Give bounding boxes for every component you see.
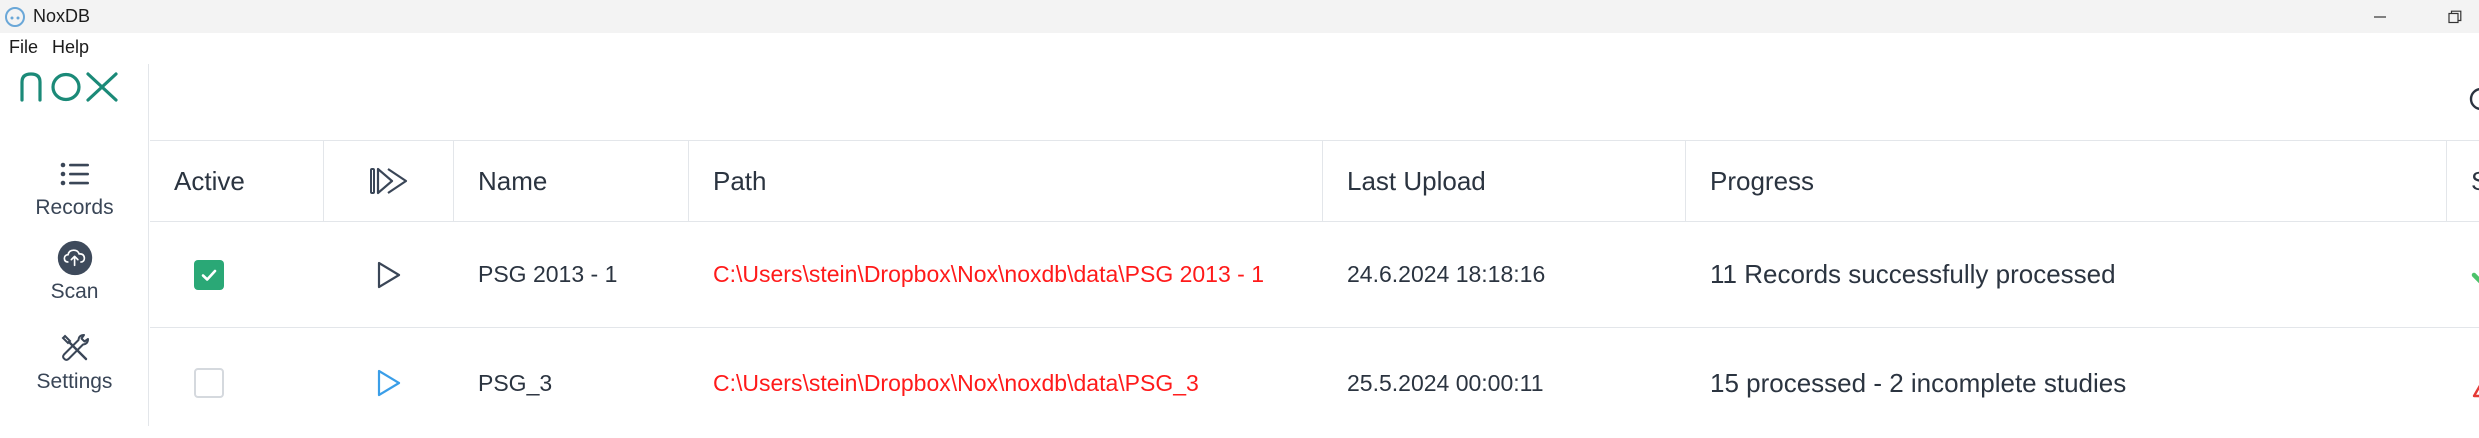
sidebar-item-label: Scan xyxy=(50,280,99,303)
table-header: Active Name Path Last Upload Progress St… xyxy=(150,140,2479,222)
header-progress[interactable]: Progress xyxy=(1686,141,2447,221)
sidebar: nox Records Scan xyxy=(0,64,149,426)
play-cell xyxy=(324,222,454,327)
upload-cell: 25.5.2024 00:00:11 xyxy=(1323,328,1686,438)
record-name: PSG 2013 - 1 xyxy=(478,261,618,287)
cloud-upload-icon xyxy=(57,240,93,276)
menu-file[interactable]: File xyxy=(9,37,38,58)
play-all-icon xyxy=(369,167,407,195)
record-path: C:\Users\stein\Dropbox\Nox\noxdb\data\PS… xyxy=(713,369,1199,396)
nox-logo: nox xyxy=(20,72,118,102)
status-cell xyxy=(2447,222,2479,327)
minimize-button[interactable] xyxy=(2345,0,2415,33)
table-row[interactable]: PSG 2013 - 1 C:\Users\stein\Dropbox\Nox\… xyxy=(150,222,2479,328)
menu-bar: File Help xyxy=(0,33,2479,64)
list-icon xyxy=(57,156,93,192)
app-icon xyxy=(5,7,25,27)
play-button[interactable] xyxy=(375,260,403,290)
active-checkbox[interactable] xyxy=(194,259,224,290)
check-icon xyxy=(201,269,217,281)
play-cell xyxy=(324,328,454,438)
path-cell: C:\Users\stein\Dropbox\Nox\noxdb\data\PS… xyxy=(689,222,1323,327)
sidebar-item-scan[interactable]: Scan xyxy=(0,240,149,320)
active-cell xyxy=(150,328,324,438)
minimize-icon xyxy=(2374,15,2386,18)
header-play-all[interactable] xyxy=(324,141,454,221)
restore-icon xyxy=(2448,10,2462,23)
status-cell xyxy=(2447,328,2479,438)
play-button[interactable] xyxy=(375,368,403,398)
name-cell: PSG_3 xyxy=(454,328,689,438)
window-title: NoxDB xyxy=(33,6,91,26)
path-cell: C:\Users\stein\Dropbox\Nox\noxdb\data\PS… xyxy=(689,328,1323,438)
menu-help[interactable]: Help xyxy=(52,37,89,58)
play-icon xyxy=(377,261,401,288)
sidebar-item-label: Settings xyxy=(36,370,113,393)
sidebar-item-settings[interactable]: Settings xyxy=(0,330,149,410)
main-content: Active Name Path Last Upload Progress St… xyxy=(150,64,2479,426)
record-last-upload: 25.5.2024 00:00:11 xyxy=(1347,369,1544,396)
record-progress: 15 processed - 2 incomplete studies xyxy=(1710,367,2127,398)
table-row[interactable]: PSG_3 C:\Users\stein\Dropbox\Nox\noxdb\d… xyxy=(150,328,2479,438)
progress-cell: 11 Records successfully processed xyxy=(1686,222,2447,327)
tools-icon xyxy=(57,330,93,366)
title-bar: NoxDB xyxy=(0,0,2479,33)
search-icon xyxy=(2469,87,2479,111)
sidebar-item-records[interactable]: Records xyxy=(0,156,149,236)
search-button[interactable] xyxy=(2464,86,2479,116)
restore-button[interactable] xyxy=(2420,0,2479,33)
warning-icon xyxy=(2472,384,2479,398)
active-cell xyxy=(150,222,324,327)
upload-cell: 24.6.2024 18:18:16 xyxy=(1323,222,1686,327)
record-path: C:\Users\stein\Dropbox\Nox\noxdb\data\PS… xyxy=(713,261,1265,287)
sidebar-item-label: Records xyxy=(35,196,114,219)
header-active[interactable]: Active xyxy=(150,141,324,221)
header-status[interactable]: Stat xyxy=(2447,141,2479,221)
record-last-upload: 24.6.2024 18:18:16 xyxy=(1347,261,1546,287)
header-path[interactable]: Path xyxy=(689,141,1323,221)
record-progress: 11 Records successfully processed xyxy=(1710,259,2116,289)
progress-cell: 15 processed - 2 incomplete studies xyxy=(1686,328,2447,438)
header-name[interactable]: Name xyxy=(454,141,689,221)
play-icon xyxy=(377,369,401,397)
record-name: PSG_3 xyxy=(478,369,553,396)
header-last-upload[interactable]: Last Upload xyxy=(1323,141,1686,221)
checkmark-icon xyxy=(2471,272,2479,283)
name-cell: PSG 2013 - 1 xyxy=(454,222,689,327)
active-checkbox[interactable] xyxy=(194,368,224,398)
